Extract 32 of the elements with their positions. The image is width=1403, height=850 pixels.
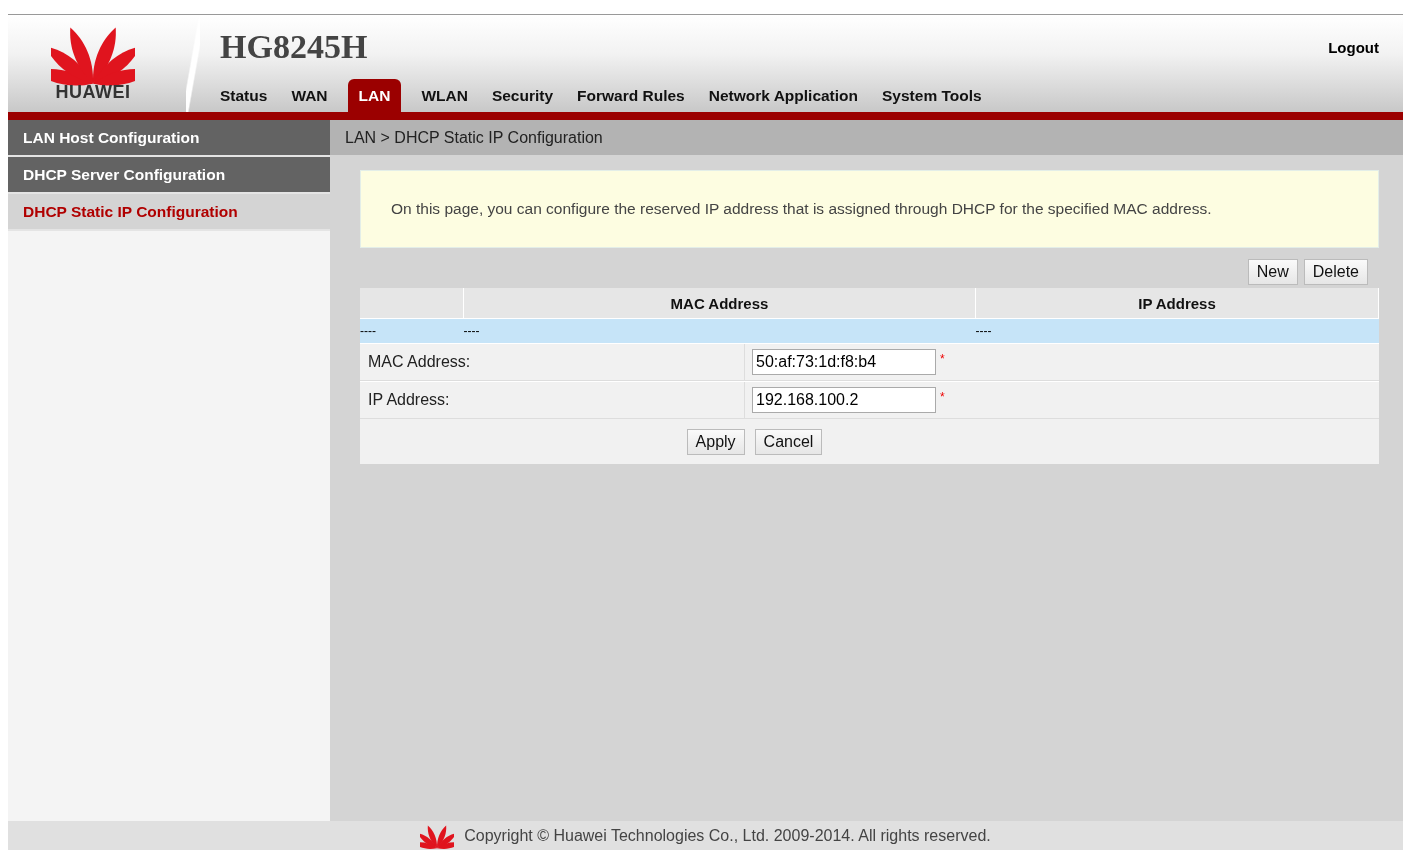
table-cell: ---- (975, 318, 1379, 343)
table-button[interactable]: New (1247, 259, 1298, 285)
input-field[interactable]: 192.168.100.2 (752, 387, 936, 413)
column-header: MAC Address (463, 288, 976, 319)
nav-tab[interactable]: Network Application (696, 80, 871, 112)
sidebar-item[interactable]: DHCP Server Configuration (8, 157, 330, 194)
table-button[interactable]: Delete (1303, 259, 1368, 285)
nav-tab[interactable]: Security (479, 80, 566, 112)
nav-tab[interactable]: Forward Rules (565, 80, 697, 112)
notice-text: On this page, you can configure the reserved IP address that is assigned through DHCP for the specified MAC address. (391, 200, 1212, 218)
sidebar-item[interactable]: DHCP Static IP Configuration (8, 194, 330, 231)
nav-tab[interactable]: System Tools (870, 80, 994, 112)
nav-tab[interactable]: LAN (347, 79, 402, 112)
required-mark: * (940, 352, 945, 366)
nav-tab[interactable]: WLAN (409, 80, 480, 112)
form-button[interactable]: Cancel (754, 429, 823, 455)
sidebar-item[interactable]: LAN Host Configuration (8, 120, 330, 157)
model-title: HG8245H (220, 28, 368, 66)
field-label: MAC Address: (360, 344, 745, 380)
brand-name: HUAWEI (55, 82, 131, 103)
input-field[interactable]: 50:af:73:1d:f8:b4 (752, 349, 936, 375)
copyright-text: Copyright © Huawei Technologies Co., Ltd. 2009-2014. All rights reserved. (464, 827, 991, 845)
logout-link[interactable]: Logout (1328, 39, 1379, 56)
breadcrumb: LAN > DHCP Static IP Configuration (330, 120, 1403, 155)
required-mark: * (940, 390, 945, 404)
form-button[interactable]: Apply (686, 429, 745, 455)
table-cell: ---- (360, 318, 464, 343)
nav-tab[interactable]: WAN (279, 80, 340, 112)
field-label: IP Address: (360, 382, 745, 418)
table-cell: ---- (463, 318, 976, 343)
nav-tab[interactable]: Status (208, 80, 280, 112)
column-header: IP Address (975, 288, 1379, 319)
